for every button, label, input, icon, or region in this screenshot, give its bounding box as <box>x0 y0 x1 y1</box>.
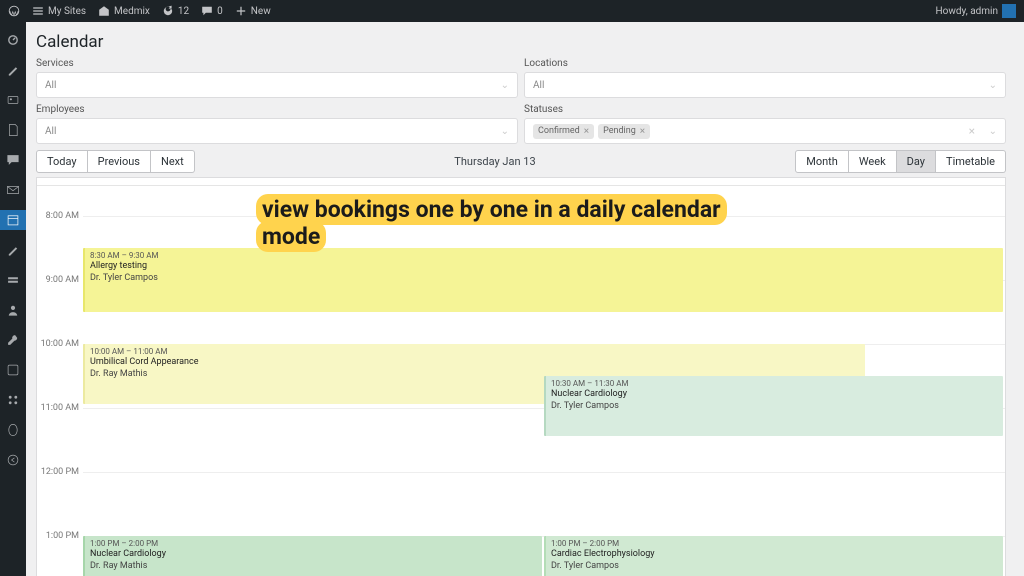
month-view-button[interactable]: Month <box>795 150 849 173</box>
chevron-down-icon: ⌄ <box>989 126 997 137</box>
statuses-label: Statuses <box>524 104 1006 115</box>
sidebar-media[interactable] <box>0 90 26 110</box>
event-time: 1:00 PM – 2:00 PM <box>551 539 998 549</box>
event-time: 10:00 AM – 11:00 AM <box>90 347 860 357</box>
event-title: Nuclear Cardiology <box>90 549 537 561</box>
sidebar-collapse[interactable] <box>0 450 26 470</box>
today-button[interactable]: Today <box>36 150 88 173</box>
event-title: Nuclear Cardiology <box>551 389 998 401</box>
sidebar-users[interactable] <box>0 300 26 320</box>
event-title: Allergy testing <box>90 261 998 273</box>
services-select[interactable]: All ⌄ <box>36 72 518 98</box>
sidebar-item-12[interactable] <box>0 390 26 410</box>
day-view-button[interactable]: Day <box>897 150 936 173</box>
comments-link[interactable]: 0 <box>201 5 223 17</box>
avatar <box>1002 4 1016 18</box>
event-subtitle: Dr. Tyler Campos <box>90 273 998 285</box>
my-sites-label: My Sites <box>48 6 86 17</box>
wp-admin-bar: My Sites Medmix 12 0 New Howdy, admin <box>0 0 1024 22</box>
calendar-toolbar: Today Previous Next Thursday Jan 13 Mont… <box>36 150 1006 173</box>
calendar-event[interactable]: 1:00 PM – 2:00 PMNuclear CardiologyDr. R… <box>83 536 542 576</box>
sidebar-item-13[interactable] <box>0 420 26 440</box>
status-tag: Pending × <box>598 124 650 139</box>
sidebar-comments[interactable] <box>0 150 26 170</box>
calendar-event[interactable]: 8:30 AM – 9:30 AMAllergy testingDr. Tyle… <box>83 248 1003 312</box>
annotation-overlay: view bookings one by one in a daily cale… <box>256 196 768 250</box>
locations-value: All <box>533 80 544 91</box>
view-button-group: Month Week Day Timetable <box>795 150 1006 173</box>
page-title: Calendar <box>36 32 1006 52</box>
sidebar-dashboard[interactable] <box>0 30 26 50</box>
wp-logo-icon[interactable] <box>8 5 20 17</box>
services-value: All <box>45 80 56 91</box>
sidebar-posts[interactable] <box>0 60 26 80</box>
timetable-view-button[interactable]: Timetable <box>936 150 1006 173</box>
status-tag-label: Confirmed <box>538 126 580 136</box>
updates-count: 12 <box>178 6 189 17</box>
event-title: Umbilical Cord Appearance <box>90 357 860 369</box>
event-time: 10:30 AM – 11:30 AM <box>551 379 998 389</box>
clear-statuses-icon[interactable]: × <box>969 124 975 138</box>
remove-tag-icon[interactable]: × <box>640 126 645 137</box>
current-date: Thursday Jan 13 <box>454 155 535 168</box>
employees-value: All <box>45 126 56 137</box>
time-label: 8:00 AM <box>46 211 79 221</box>
my-sites-link[interactable]: My Sites <box>32 5 86 17</box>
admin-sidebar <box>0 22 26 576</box>
new-content-link[interactable]: New <box>235 5 271 17</box>
time-label: 11:00 AM <box>41 403 79 413</box>
chevron-down-icon: ⌄ <box>501 126 509 137</box>
week-view-button[interactable]: Week <box>849 150 897 173</box>
sidebar-item-11[interactable] <box>0 360 26 380</box>
status-tag: Confirmed × <box>533 124 594 139</box>
previous-button[interactable]: Previous <box>88 150 151 173</box>
sidebar-item-7[interactable] <box>0 240 26 260</box>
locations-select[interactable]: All ⌄ <box>524 72 1006 98</box>
time-label: 12:00 PM <box>41 467 79 477</box>
time-label: 9:00 AM <box>46 275 79 285</box>
time-label: 1:00 PM <box>46 531 79 541</box>
updates-link[interactable]: 12 <box>162 5 189 17</box>
howdy-label: Howdy, admin <box>936 6 998 17</box>
calendar-event[interactable]: 10:30 AM – 11:30 AMNuclear CardiologyDr.… <box>544 376 1003 436</box>
sidebar-pages[interactable] <box>0 120 26 140</box>
gridline <box>83 472 1005 473</box>
annotation-text: view bookings one by one in a daily cale… <box>256 194 727 252</box>
new-label: New <box>251 6 271 17</box>
remove-tag-icon[interactable]: × <box>584 126 589 137</box>
nav-button-group: Today Previous Next <box>36 150 195 173</box>
employees-label: Employees <box>36 104 518 115</box>
event-title: Cardiac Electrophysiology <box>551 549 998 561</box>
sidebar-contact[interactable] <box>0 180 26 200</box>
event-time: 8:30 AM – 9:30 AM <box>90 251 998 261</box>
calendar-event[interactable]: 1:00 PM – 2:00 PMCardiac Electrophysiolo… <box>544 536 1003 576</box>
event-subtitle: Dr. Tyler Campos <box>551 561 998 573</box>
sidebar-tools[interactable] <box>0 330 26 350</box>
event-time: 1:00 PM – 2:00 PM <box>90 539 537 549</box>
filter-row-1: Services All ⌄ Locations All ⌄ <box>36 58 1006 98</box>
event-subtitle: Dr. Tyler Campos <box>551 401 998 413</box>
next-button[interactable]: Next <box>151 150 195 173</box>
chevron-down-icon: ⌄ <box>501 80 509 91</box>
locations-label: Locations <box>524 58 1006 69</box>
sidebar-item-8[interactable] <box>0 270 26 290</box>
site-name-link[interactable]: Medmix <box>98 5 150 17</box>
status-tag-label: Pending <box>603 126 636 136</box>
comments-count: 0 <box>217 6 223 17</box>
sidebar-calendar[interactable] <box>0 210 26 230</box>
allday-row <box>37 178 1005 186</box>
time-label: 10:00 AM <box>41 339 79 349</box>
event-subtitle: Dr. Ray Mathis <box>90 561 537 573</box>
employees-select[interactable]: All ⌄ <box>36 118 518 144</box>
main-content: Calendar Services All ⌄ Locations All ⌄ Em… <box>26 22 1024 576</box>
chevron-down-icon: ⌄ <box>989 80 997 91</box>
services-label: Services <box>36 58 518 69</box>
site-name-label: Medmix <box>114 6 150 17</box>
filter-row-2: Employees All⌄ Statuses Confirmed×Pendin… <box>36 104 1006 144</box>
statuses-select[interactable]: Confirmed × Pending × × ⌄ <box>524 118 1006 144</box>
howdy-account[interactable]: Howdy, admin <box>936 4 1016 18</box>
